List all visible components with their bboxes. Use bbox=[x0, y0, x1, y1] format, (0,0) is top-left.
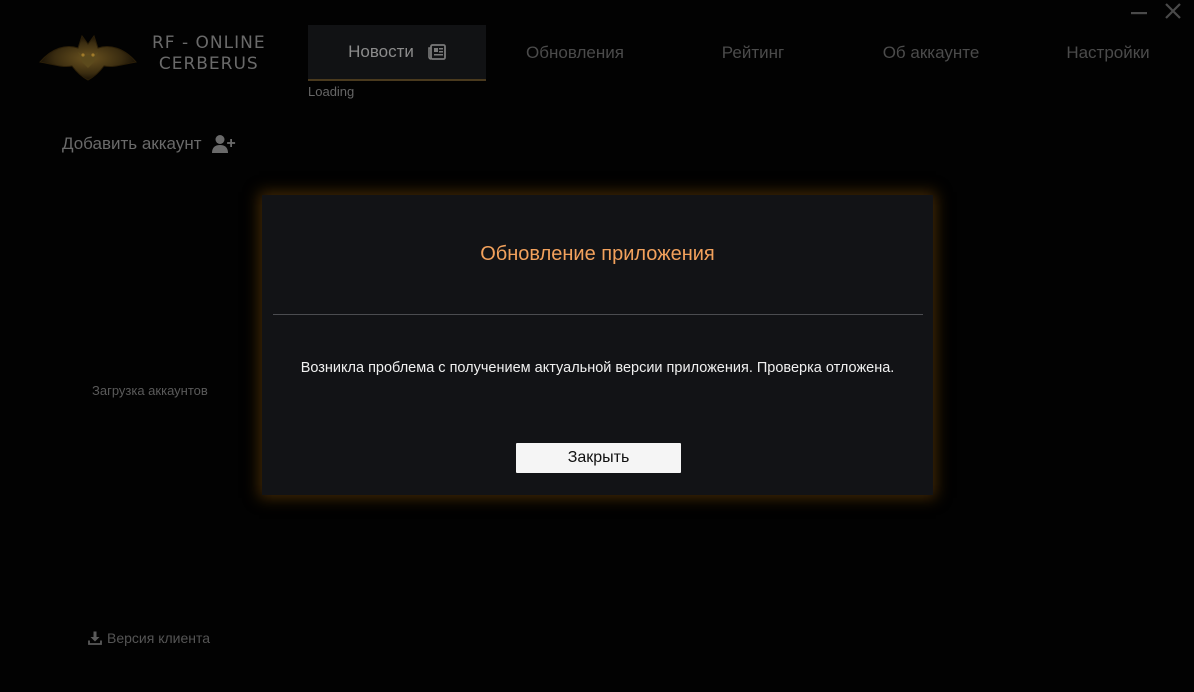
tab-updates[interactable]: Обновления bbox=[498, 25, 652, 81]
tab-account-info-label: Об аккаунте bbox=[882, 43, 980, 62]
close-window-button[interactable] bbox=[1160, 0, 1186, 22]
logo-text: RF - ONLINE CERBERUS bbox=[152, 33, 266, 75]
add-account-label: Добавить аккаунт bbox=[62, 134, 202, 153]
tab-rating-label: Рейтинг bbox=[721, 43, 785, 62]
tab-updates-label: Обновления bbox=[526, 43, 624, 62]
minimize-button[interactable] bbox=[1126, 0, 1152, 22]
dialog-title: Обновление приложения bbox=[480, 243, 715, 265]
app-window: RF - ONLINE CERBERUS Новости Обновления … bbox=[0, 0, 1194, 692]
logo-line-2: CERBERUS bbox=[158, 54, 259, 74]
tab-settings[interactable]: Настройки bbox=[1038, 25, 1178, 81]
window-controls bbox=[1126, 0, 1186, 22]
download-icon bbox=[88, 631, 102, 645]
main-nav: Новости Обновления Рейтинг Об аккаунте Н… bbox=[308, 25, 1194, 81]
tab-news-label: Новости bbox=[348, 42, 414, 61]
update-dialog: Обновление приложения Возникла проблема … bbox=[262, 195, 933, 495]
cerberus-emblem-icon bbox=[39, 34, 137, 81]
newspaper-icon bbox=[428, 44, 446, 60]
user-plus-icon bbox=[211, 135, 235, 153]
add-account-button[interactable]: Добавить аккаунт bbox=[62, 134, 236, 154]
dialog-close-button[interactable]: Закрыть bbox=[516, 443, 681, 473]
tab-rating[interactable]: Рейтинг bbox=[678, 25, 828, 81]
tab-account-info[interactable]: Об аккаунте bbox=[854, 25, 1008, 81]
tab-settings-label: Настройки bbox=[1066, 43, 1150, 62]
accounts-loading-text: Загрузка аккаунтов bbox=[92, 383, 208, 398]
dialog-message: Возникла проблема с получением актуально… bbox=[300, 360, 895, 376]
tab-news[interactable]: Новости bbox=[308, 25, 486, 81]
dialog-divider bbox=[273, 314, 923, 315]
logo-line-1: RF - ONLINE bbox=[152, 33, 266, 53]
news-loading-text: Loading bbox=[308, 84, 355, 99]
app-logo: RF - ONLINE CERBERUS bbox=[38, 26, 266, 82]
minimize-icon bbox=[1131, 12, 1147, 15]
close-icon bbox=[1165, 3, 1181, 19]
client-version-label: Версия клиента bbox=[107, 630, 211, 646]
client-version-button[interactable]: Версия клиента bbox=[88, 630, 210, 646]
